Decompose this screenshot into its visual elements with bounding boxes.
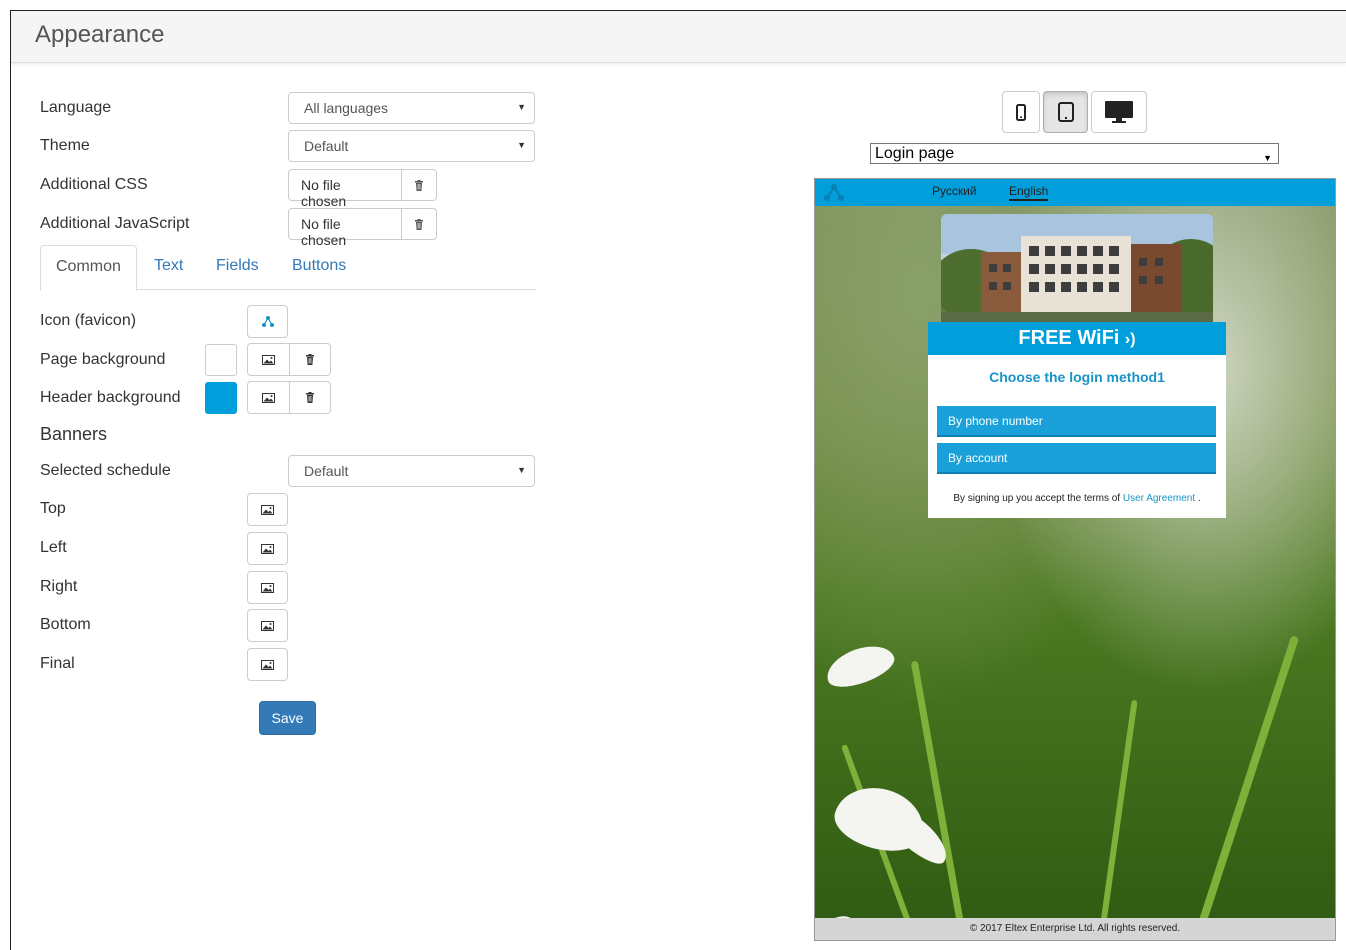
device-switcher <box>1002 91 1147 133</box>
additional-js-label: Additional JavaScript <box>40 215 190 232</box>
banner-bottom-image-button[interactable] <box>247 609 288 642</box>
page-background-actions <box>247 343 331 376</box>
choose-method-heading: Choose the login method1 <box>989 369 1165 385</box>
caret-down-icon: ▼ <box>517 102 526 112</box>
image-icon <box>261 582 274 593</box>
settings-tabs: Common Text Fields Buttons <box>40 245 536 291</box>
preview-footer: © 2017 Eltex Enterprise Ltd. All rights … <box>815 918 1335 940</box>
favicon-button[interactable] <box>247 305 288 338</box>
lang-russian-link[interactable]: Русский <box>932 184 977 198</box>
building-image <box>941 214 1213 324</box>
page-background-label: Page background <box>40 351 166 368</box>
banner-final-image-button[interactable] <box>247 648 288 681</box>
tab-fields[interactable]: Fields <box>201 245 274 290</box>
image-icon <box>261 659 274 670</box>
image-icon <box>261 543 274 554</box>
image-icon <box>262 392 275 403</box>
page-background-image-button[interactable] <box>248 344 289 375</box>
panel-header: Appearance <box>11 11 1346 63</box>
tab-common[interactable]: Common <box>40 245 137 291</box>
page-background-swatch[interactable] <box>205 344 237 376</box>
additional-css-file: No file chosen <box>288 169 437 209</box>
additional-js-file: No file chosen <box>288 208 437 248</box>
login-card: FREE WiFi ›) Choose the login method1 By… <box>928 322 1226 518</box>
image-icon <box>262 354 275 365</box>
language-select[interactable]: All languages ▼ <box>288 92 535 124</box>
terms-suffix: . <box>1197 493 1201 504</box>
save-button[interactable]: Save <box>259 701 316 735</box>
banner-top-image-button[interactable] <box>247 493 288 526</box>
device-phone-button[interactable] <box>1002 91 1040 133</box>
theme-select-value: Default <box>304 138 349 154</box>
header-background-image-button[interactable] <box>248 382 289 413</box>
additional-css-label: Additional CSS <box>40 176 148 193</box>
trash-icon <box>306 354 314 365</box>
phone-icon <box>1016 103 1026 121</box>
schedule-select-value: Default <box>304 463 349 479</box>
preview-header: Русский English <box>815 179 1335 206</box>
icon-label: Icon (favicon) <box>40 312 137 329</box>
caret-down-icon: ▼ <box>1263 153 1272 163</box>
schedule-label: Selected schedule <box>40 462 171 479</box>
desktop-icon <box>1105 101 1133 123</box>
page-background-delete-button[interactable] <box>289 344 330 375</box>
login-page-preview: Русский English FREE WiFi ›) Choose the … <box>814 178 1336 941</box>
schedule-select[interactable]: Default ▼ <box>288 455 535 487</box>
login-by-phone-button[interactable]: By phone number <box>937 406 1216 437</box>
device-desktop-button[interactable] <box>1091 91 1147 133</box>
logo-icon <box>824 184 844 201</box>
header-background-swatch[interactable] <box>205 382 237 414</box>
js-file-chooser[interactable]: No file chosen <box>289 209 402 248</box>
banner-right-image-button[interactable] <box>247 571 288 604</box>
banner-right-label: Right <box>40 578 78 595</box>
tablet-icon <box>1057 102 1074 122</box>
terms-prefix: By signing up you accept the terms of <box>953 493 1121 504</box>
tab-buttons[interactable]: Buttons <box>277 245 361 290</box>
flower-petal <box>821 638 899 694</box>
grass-stem <box>1198 635 1300 923</box>
trash-icon <box>415 218 423 230</box>
language-label: Language <box>40 99 112 116</box>
header-background-label: Header background <box>40 389 181 406</box>
tab-text[interactable]: Text <box>139 245 198 290</box>
theme-label: Theme <box>40 137 90 154</box>
theme-select[interactable]: Default ▼ <box>288 130 535 162</box>
caret-down-icon: ▼ <box>517 465 526 475</box>
css-file-chooser[interactable]: No file chosen <box>289 170 402 209</box>
banner-final-label: Final <box>40 655 75 672</box>
banner-top-label: Top <box>40 500 66 517</box>
hotel-photo <box>941 214 1213 324</box>
image-icon <box>261 504 274 515</box>
image-icon <box>261 620 274 631</box>
trash-icon <box>306 392 314 403</box>
language-select-value: All languages <box>304 100 389 116</box>
banners-heading: Banners <box>40 424 108 444</box>
grass-stem <box>910 660 967 938</box>
header-background-actions <box>247 381 331 414</box>
user-agreement-link[interactable]: User Agreement <box>1123 493 1195 504</box>
preview-page-select-value: Login page <box>875 145 955 162</box>
wifi-icon: ›) <box>1124 331 1136 348</box>
brand-title: FREE WiFi <box>1018 327 1120 349</box>
banner-left-label: Left <box>40 539 67 556</box>
css-delete-button[interactable] <box>402 170 436 200</box>
login-by-account-button[interactable]: By account <box>937 443 1216 474</box>
page-title: Appearance <box>35 21 165 48</box>
caret-down-icon: ▼ <box>517 140 526 150</box>
js-delete-button[interactable] <box>402 209 436 239</box>
grass-stem <box>1098 699 1138 939</box>
brand-banner: FREE WiFi ›) <box>928 322 1226 355</box>
preview-page-select[interactable]: Login page ▼ <box>870 143 1279 164</box>
lang-english-link[interactable]: English <box>1009 184 1049 201</box>
header-background-delete-button[interactable] <box>289 382 330 413</box>
favicon-icon <box>261 316 274 327</box>
banner-bottom-label: Bottom <box>40 616 91 633</box>
terms-text: By signing up you accept the terms of Us… <box>928 493 1226 504</box>
banner-left-image-button[interactable] <box>247 532 288 565</box>
trash-icon <box>415 179 423 191</box>
device-tablet-button[interactable] <box>1043 91 1088 133</box>
